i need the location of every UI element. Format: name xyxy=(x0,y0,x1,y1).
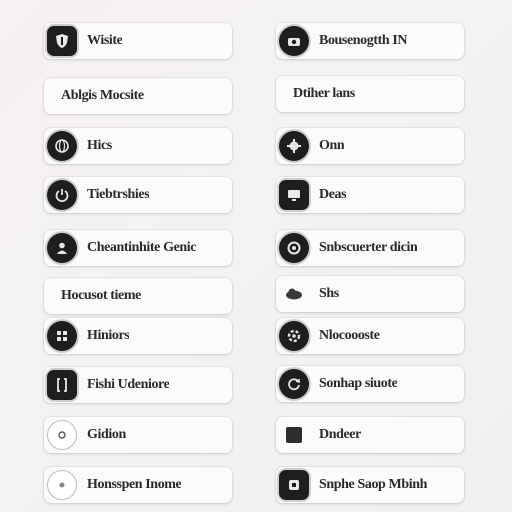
list-item-label: Nlocoooste xyxy=(319,328,380,343)
list-item-label: Wisite xyxy=(87,33,123,48)
circle-icon xyxy=(47,470,77,500)
dot-icon xyxy=(47,81,51,111)
list-item-10[interactable]: Honsspen Inome xyxy=(44,467,232,503)
list-item-label: Snphe Saop Mbinh xyxy=(319,477,427,492)
monitor-icon xyxy=(279,180,309,210)
list-item-label: Gidion xyxy=(87,427,126,442)
list-item-4[interactable]: Tiebtrshies xyxy=(44,177,232,213)
shield-icon xyxy=(47,26,77,56)
list-item-label: Hics xyxy=(87,138,112,153)
list-item-3[interactable]: Hics xyxy=(44,128,232,164)
list-item-label: Sonhap siuote xyxy=(319,376,398,391)
list-item-8[interactable]: Sonhap siuote xyxy=(276,366,464,402)
list-item-5[interactable]: Cheantinhite Genic xyxy=(44,230,232,266)
list-item-label: Hiniors xyxy=(87,328,130,343)
list-item-7[interactable]: Hiniors xyxy=(44,318,232,354)
tile-icon xyxy=(279,470,309,500)
list-item-label: Cheantinhite Genic xyxy=(87,240,197,255)
settings-icon xyxy=(279,321,309,351)
cloud-icon xyxy=(279,279,309,309)
grid-icon xyxy=(47,321,77,351)
list-item-1[interactable]: Bousenogtth IN xyxy=(276,23,464,59)
reload-icon xyxy=(279,369,309,399)
bracket-icon xyxy=(47,370,77,400)
gear-icon xyxy=(279,131,309,161)
list-item-label: Snbscuerter dicin xyxy=(319,240,418,255)
list-item-8[interactable]: Fishi Udeniore xyxy=(44,367,232,403)
list-item-label: Bousenogtth IN xyxy=(319,33,408,48)
toggle-icon xyxy=(47,281,51,311)
square-icon xyxy=(279,420,309,450)
list-item-9[interactable]: Dndeer xyxy=(276,417,464,453)
list-item-6[interactable]: Shs xyxy=(276,276,464,312)
list-item-label: Ablgis Mocsite xyxy=(61,88,144,103)
list-item-label: Tiebtrshies xyxy=(87,187,150,202)
list-item-4[interactable]: Deas xyxy=(276,177,464,213)
list-item-2[interactable]: Dtiher lans xyxy=(276,76,464,112)
person-icon xyxy=(47,233,77,263)
globe-icon xyxy=(47,131,77,161)
list-item-3[interactable]: Onn xyxy=(276,128,464,164)
list-item-label: Onn xyxy=(319,138,345,153)
list-item-label: Honsspen Inome xyxy=(87,477,182,492)
list-item-6[interactable]: Hocusot tieme xyxy=(44,278,232,314)
target-icon xyxy=(279,79,283,109)
list-item-label: Fishi Udeniore xyxy=(87,377,170,392)
list-item-label: Dtiher lans xyxy=(293,86,355,101)
list-item-label: Dndeer xyxy=(319,427,361,442)
list-item-label: Deas xyxy=(319,187,347,202)
ring-icon xyxy=(47,420,77,450)
list-item-9[interactable]: Gidion xyxy=(44,417,232,453)
list-item-7[interactable]: Nlocoooste xyxy=(276,318,464,354)
list-item-1[interactable]: Wisite xyxy=(44,23,232,59)
list-item-label: Shs xyxy=(319,286,339,301)
camera-icon xyxy=(279,26,309,56)
power-icon xyxy=(47,180,77,210)
list-item-label: Hocusot tieme xyxy=(61,288,141,303)
aperture-icon xyxy=(279,233,309,263)
list-item-2[interactable]: Ablgis Mocsite xyxy=(44,78,232,114)
list-item-5[interactable]: Snbscuerter dicin xyxy=(276,230,464,266)
list-item-10[interactable]: Snphe Saop Mbinh xyxy=(276,467,464,503)
